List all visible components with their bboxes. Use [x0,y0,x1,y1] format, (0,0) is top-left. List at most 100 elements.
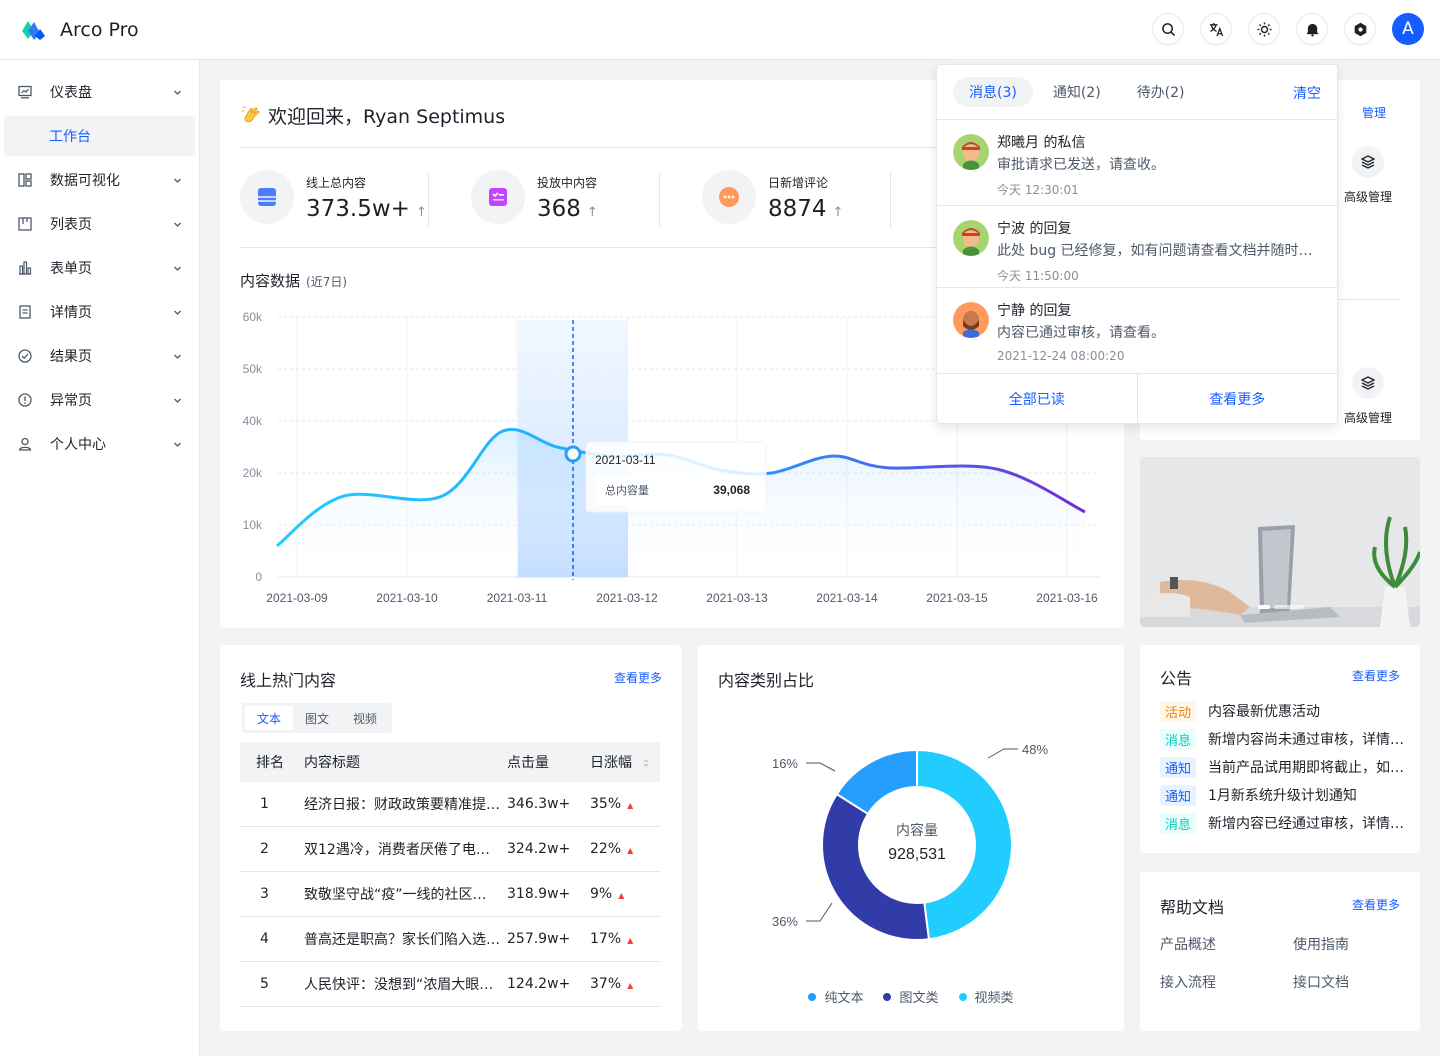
tab-messages[interactable]: 消息(3) [953,77,1033,107]
bell-icon [1306,23,1318,37]
announcement-item[interactable]: 活动 内容最新优惠活动 [1160,700,1406,722]
view-more-button[interactable]: 查看更多 [1136,374,1338,423]
announcement-item[interactable]: 通知 1月新系统升级计划通知 [1160,784,1406,806]
view-more-link[interactable]: 查看更多 [1352,896,1400,913]
rank-cell: 1 [260,796,269,812]
form-icon [19,261,32,275]
title-cell: 经济日报：财政政策要精准提升效能 [304,797,500,813]
message-title: 郑曦月 的私信 [997,135,1086,151]
laptop-photo [1140,457,1420,627]
app-name: Arco Pro [60,18,139,41]
table-row[interactable]: 3 致敬坚守战“疫”一线的社区工作者 318.9w+ 9% ▲ [240,872,660,917]
announcement-tag: 消息 [1160,812,1197,834]
x-tick-label: 2021-03-09 [266,591,328,605]
clear-button[interactable]: 清空 [1293,83,1321,103]
tab-todos[interactable]: 待办(2) [1121,77,1201,107]
quick-item-label: 高级管理 [1343,190,1392,204]
sidebar-item-user[interactable]: 个人中心 [0,422,199,466]
y-tick-label: 10k [243,518,263,532]
message-popover: 消息(3) 通知(2) 待办(2) 清空 郑曦月 的私信 审批请求已发送，请查收… [936,64,1338,424]
message-title: 宁静 的回复 [997,303,1072,319]
message-body: 审批请求已发送，请查收。 [997,157,1165,173]
sidebar-item-detail[interactable]: 详情页 [0,290,199,334]
theme-button[interactable] [1248,13,1280,45]
tab-text[interactable]: 文本 [245,706,294,730]
sort-icon [643,759,650,767]
dashboard-icon [18,85,32,99]
list-icon [18,217,32,231]
sidebar-item-list[interactable]: 列表页 [0,202,199,246]
message-item[interactable]: 宁波 的回复 此处 bug 已经修复，如有问题请查看文档并随时联系。 今天 11… [937,205,1337,291]
user-avatar[interactable]: A [1392,13,1424,45]
banner-carousel[interactable] [1140,457,1420,627]
search-icon [1161,22,1175,36]
table-row[interactable]: 2 双12遇冷，消费者厌倦了电商平台的促销 324.2w+ 22%▲ [240,827,660,872]
donut-slice[interactable] [916,748,1013,941]
layers-icon [1352,146,1384,178]
slice-label-line [806,902,833,922]
x-tick-label: 2021-03-12 [596,591,658,605]
sidebar-subitem-workplace[interactable]: 工作台 [4,116,195,156]
search-button[interactable] [1152,13,1184,45]
tab-video[interactable]: 视频 [341,706,389,730]
table-row[interactable]: 5 人民快评：没想到“浓眉大眼”的也这样 124.2w+ 37%▲ [240,962,660,1007]
category-donut-chart[interactable]: 16% 36% 48% 内容量 928,531 [698,645,1124,975]
trend-up-icon: ▲ [627,846,634,855]
x-tick-label: 2021-03-13 [706,591,768,605]
card-title: 公告 [1160,669,1193,688]
settings-button[interactable] [1344,13,1376,45]
x-tick-label: 2021-03-10 [376,591,438,605]
doc-link-api[interactable]: 接口文档 [1293,972,1349,992]
mark-all-read-button[interactable]: 全部已读 [937,374,1137,423]
language-button[interactable] [1200,13,1232,45]
chevron-down-icon [174,398,181,403]
column-header-sortable[interactable]: 日涨幅 [590,752,650,772]
clicks-cell: 257.9w+ [507,931,571,947]
announcement-item[interactable]: 消息新增内容尚未通过审核，详情请点击查看。 [1160,728,1406,750]
user-icon [18,437,32,451]
announcement-item[interactable]: 消息新增内容已经通过审核，详情请点击查看。 [1160,812,1406,834]
sidebar-item-result[interactable]: 结果页 [0,334,199,378]
legend-item[interactable]: 纯文本 [808,987,863,1006]
sidebar-item-label: 列表页 [50,217,92,233]
message-item[interactable]: 郑曦月 的私信 审批请求已发送，请查收。 今天 12:30:01 [937,119,1337,205]
chevron-down-icon [174,310,181,315]
legend-item[interactable]: 图文类 [883,987,939,1006]
manage-link[interactable]: 管理 [1362,104,1386,121]
view-more-link[interactable]: 查看更多 [614,669,662,686]
doc-link-integration[interactable]: 接入流程 [1160,972,1216,992]
language-icon [1209,22,1223,36]
sidebar-item-exception[interactable]: 异常页 [0,378,199,422]
sidebar-item-form[interactable]: 表单页 [0,246,199,290]
donut-slice[interactable] [821,792,931,941]
doc-link-overview[interactable]: 产品概述 [1160,934,1216,954]
announcement-text: 1月新系统升级计划通知 [1208,788,1357,804]
sidebar-item-visualization[interactable]: 数据可视化 [0,158,199,202]
chevron-down-icon [174,354,181,359]
clicks-cell: 124.2w+ [507,976,571,992]
sidebar-item-label: 异常页 [50,393,92,409]
logo[interactable]: Arco Pro [20,19,139,41]
tab-notices[interactable]: 通知(2) [1037,77,1117,107]
table-row[interactable]: 1 经济日报：财政政策要精准提升效能 346.3w+ 35%▲ [240,782,660,827]
slice-label-line [806,762,836,772]
quick-item-label: 高级管理 [1343,411,1392,425]
title-cell: 普高还是职高？家长们陷入选择焦虑 [304,932,500,948]
y-tick-label: 50k [243,362,263,376]
message-item[interactable]: 宁静 的回复 内容已通过审核，请查看。 2021-12-24 08:00:20 [937,287,1337,373]
view-more-link[interactable]: 查看更多 [1352,667,1400,684]
announcement-card: 公告 查看更多 活动内容最新优惠活动消息新增内容尚未通过审核，详情请点击查看。通… [1140,645,1420,853]
sidebar-item-dashboard[interactable]: 仪表盘 [0,70,199,114]
y-tick-label: 60k [243,310,263,324]
clicks-cell: 318.9w+ [507,886,571,902]
quick-item[interactable]: 高级管理 [1338,146,1398,205]
legend-item[interactable]: 视频类 [958,987,1014,1006]
navbar: Arco Pro A [0,0,1440,60]
notification-button[interactable] [1296,13,1328,45]
doc-link-guide[interactable]: 使用指南 [1293,934,1349,954]
announcement-item[interactable]: 通知当前产品试用期即将截止，如需续费请点击查看。 [1160,756,1406,778]
table-row[interactable]: 4 普高还是职高？家长们陷入选择焦虑 257.9w+ 17%▲ [240,917,660,962]
message-tabs: 消息(3) 通知(2) 待办(2) [953,77,1205,107]
quick-item[interactable]: 高级管理 [1338,367,1398,426]
tab-image-text[interactable]: 图文 [293,706,341,730]
